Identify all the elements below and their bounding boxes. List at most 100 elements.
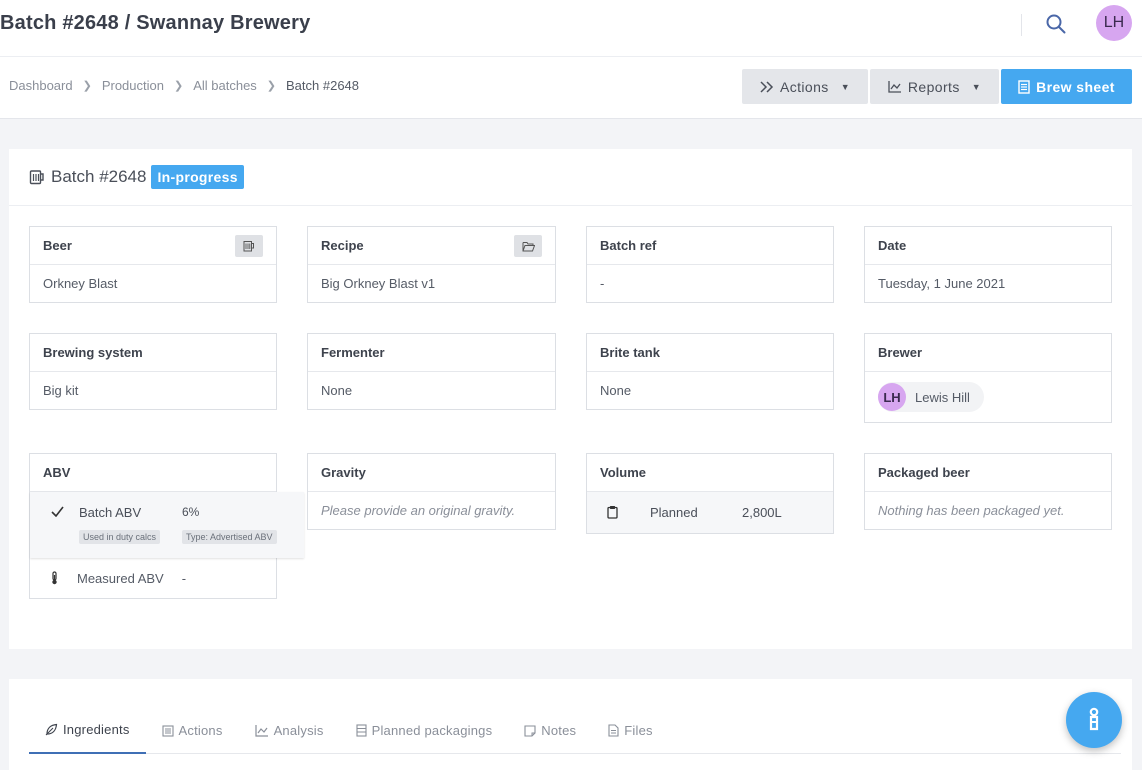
tab-label: Actions — [178, 723, 223, 738]
duty-calcs-tag: Used in duty calcs — [79, 530, 161, 544]
beer-mug-icon — [243, 241, 254, 252]
topbar-divider — [1021, 14, 1022, 36]
planned-label: Planned — [650, 505, 698, 520]
batch-abv-label: Batch ABV — [79, 505, 142, 520]
tab-files[interactable]: Files — [592, 707, 668, 754]
thermometer-icon — [52, 571, 57, 585]
fermenter-field: Fermenter None — [307, 333, 556, 410]
chevron-right-icon: ❯ — [173, 80, 184, 92]
double-chevron-icon — [760, 80, 774, 93]
batch-abv-row[interactable]: Batch ABV 6% Used in duty calcs Type: Ad… — [30, 492, 304, 558]
recipe-field: Recipe Big Orkney Blast v1 — [307, 226, 556, 303]
measured-abv-value: - — [181, 570, 187, 586]
actions-button[interactable]: Actions ▼ — [742, 69, 868, 104]
tab-notes[interactable]: Notes — [508, 707, 592, 754]
beer-field: Beer Orkney Blast — [29, 226, 277, 303]
brewer-label: Brewer — [865, 334, 1111, 372]
tab-label: Notes — [541, 723, 577, 738]
recipe-value: Big Orkney Blast v1 — [321, 276, 436, 291]
batch-title: Batch #2648 — [51, 167, 147, 186]
brite-tank-value: None — [600, 383, 632, 398]
abv-type-tag: Type: Advertised ABV — [182, 530, 277, 544]
note-icon — [524, 724, 536, 737]
list-icon — [161, 724, 174, 737]
breadcrumb-production[interactable]: Production — [102, 78, 164, 93]
recipe-label: Recipe — [321, 238, 364, 253]
actions-button-label: Actions — [779, 78, 829, 95]
user-avatar[interactable]: LH — [1096, 5, 1132, 41]
chart-icon — [254, 724, 268, 737]
batch-card-header: Batch #2648 In-progress — [9, 149, 1132, 206]
packaged-beer-label: Packaged beer — [865, 454, 1111, 492]
breadcrumb-dashboard[interactable]: Dashboard — [9, 78, 73, 93]
brewing-system-value: Big kit — [43, 383, 79, 398]
batch-ref-field: Batch ref - — [586, 226, 834, 303]
folder-open-icon — [522, 241, 535, 251]
leaf-icon — [45, 723, 58, 736]
tab-ingredients[interactable]: Ingredients — [29, 707, 146, 754]
recipe-link-button[interactable] — [514, 235, 542, 257]
beer-value: Orkney Blast — [43, 276, 118, 291]
avatar: LH — [878, 383, 906, 411]
batch-card: Batch #2648 In-progress Beer Orkney Blas… — [9, 149, 1132, 649]
brite-tank-label: Brite tank — [587, 334, 833, 372]
tab-bar: Ingredients Actions Analysis Planned pac… — [29, 707, 1121, 754]
gravity-label: Gravity — [308, 454, 555, 492]
packaged-beer-value: Nothing has been packaged yet. — [878, 503, 1065, 518]
file-icon — [608, 724, 619, 737]
beer-label: Beer — [43, 238, 72, 253]
fermenter-value: None — [321, 383, 353, 398]
tab-label: Analysis — [273, 723, 324, 738]
brewing-system-label: Brewing system — [30, 334, 276, 372]
stack-icon — [356, 724, 367, 737]
page-title: Batch #2648 / Swannay Brewery — [0, 12, 311, 34]
document-icon — [1018, 79, 1030, 94]
search-icon[interactable] — [1044, 12, 1068, 36]
abv-label: ABV — [30, 454, 276, 492]
planned-value: 2,800L — [742, 505, 782, 520]
volume-label: Volume — [587, 454, 833, 492]
breadcrumb-all-batches[interactable]: All batches — [193, 78, 257, 93]
tab-planned-packagings[interactable]: Planned packagings — [340, 707, 509, 754]
tab-label: Planned packagings — [371, 723, 493, 738]
chevron-right-icon: ❯ — [82, 80, 92, 92]
help-fab-button[interactable] — [1066, 692, 1122, 748]
chart-icon — [888, 80, 901, 93]
brewer-field: Brewer LH Lewis Hill — [864, 333, 1112, 423]
volume-field: Volume Planned 2,800L — [586, 453, 834, 534]
caret-down-icon: ▼ — [971, 81, 982, 92]
brewer-name: Lewis Hill — [915, 389, 970, 405]
clipboard-icon — [607, 506, 618, 519]
breadcrumb-current: Batch #2648 — [286, 78, 360, 93]
help-bot-icon — [1089, 707, 1099, 731]
batch-ref-value: - — [600, 276, 605, 291]
measured-abv-row[interactable]: Measured ABV - — [30, 558, 277, 598]
tab-analysis[interactable]: Analysis — [239, 707, 340, 754]
batch-ref-label: Batch ref — [587, 227, 833, 265]
brewer-chip[interactable]: LH Lewis Hill — [878, 382, 984, 412]
packaged-beer-field: Packaged beer Nothing has been packaged … — [864, 453, 1112, 530]
date-field: Date Tuesday, 1 June 2021 — [864, 226, 1112, 303]
caret-down-icon: ▼ — [840, 81, 851, 92]
check-icon — [51, 506, 64, 517]
gravity-value: Please provide an original gravity. — [321, 503, 516, 518]
date-label: Date — [865, 227, 1111, 265]
status-badge: In-progress — [151, 165, 244, 189]
reports-button[interactable]: Reports ▼ — [870, 69, 999, 104]
beer-link-button[interactable] — [235, 235, 263, 257]
planned-volume-row: Planned 2,800L — [587, 492, 833, 533]
fermenter-label: Fermenter — [308, 334, 555, 372]
tab-actions[interactable]: Actions — [146, 707, 239, 754]
brew-sheet-button[interactable]: Brew sheet — [1001, 69, 1132, 104]
tab-label: Ingredients — [63, 722, 130, 737]
reports-button-label: Reports — [907, 78, 960, 95]
brite-tank-field: Brite tank None — [586, 333, 834, 410]
breadcrumb: Dashboard ❯ Production ❯ All batches ❯ B… — [9, 78, 359, 93]
top-bar: Batch #2648 / Swannay Brewery LH — [0, 0, 1142, 57]
brew-sheet-button-label: Brew sheet — [1036, 78, 1115, 95]
brewing-system-field: Brewing system Big kit — [29, 333, 277, 410]
measured-abv-label: Measured ABV — [77, 570, 164, 586]
gravity-field: Gravity Please provide an original gravi… — [307, 453, 556, 530]
date-value: Tuesday, 1 June 2021 — [878, 276, 1006, 291]
beer-mug-icon — [29, 169, 45, 185]
